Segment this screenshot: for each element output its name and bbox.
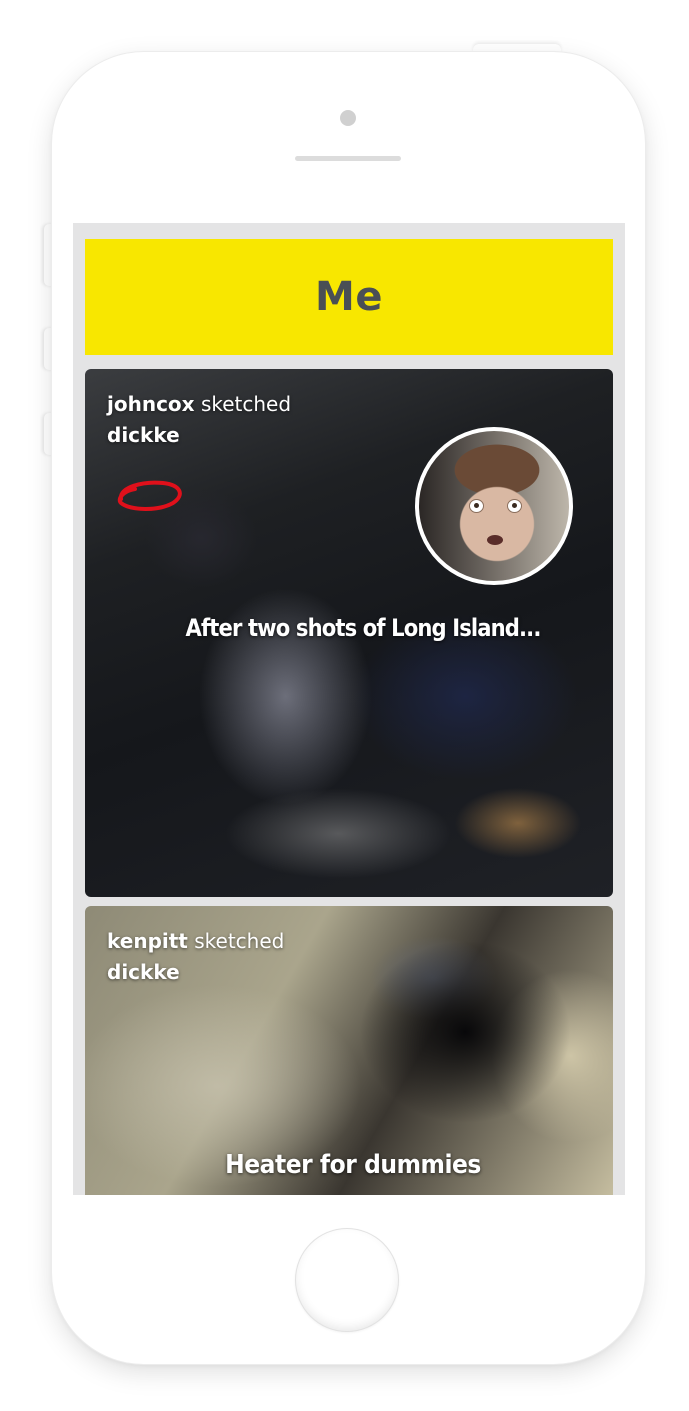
- avatar-eye: [507, 499, 522, 513]
- front-camera: [340, 110, 356, 126]
- avatar-eye: [469, 499, 484, 513]
- sketch-subject[interactable]: dickke: [107, 957, 284, 988]
- card-caption: Heater for dummies: [225, 1150, 481, 1180]
- author-action: sketched: [194, 929, 285, 953]
- red-sketch-stroke: [117, 480, 182, 511]
- app-screen: Me johncox sketched dickke After two sho…: [73, 223, 625, 1195]
- author-action: sketched: [200, 392, 292, 416]
- app-header: Me: [85, 239, 613, 355]
- card-caption: After two shots of Long Island...: [185, 614, 542, 642]
- earpiece-speaker: [295, 156, 401, 161]
- feed-card[interactable]: johncox sketched dickke After two shots …: [85, 369, 613, 897]
- author-username[interactable]: kenpitt: [107, 929, 188, 953]
- home-button[interactable]: [295, 1228, 399, 1332]
- sketch-subject[interactable]: dickke: [107, 420, 291, 451]
- page-title: Me: [315, 274, 383, 320]
- reaction-avatar[interactable]: [415, 427, 573, 585]
- card-author: johncox sketched dickke: [107, 389, 291, 451]
- author-username[interactable]: johncox: [107, 392, 195, 416]
- card-author: kenpitt sketched dickke: [107, 926, 284, 988]
- device-mockup: Me johncox sketched dickke After two sho…: [0, 0, 689, 1411]
- avatar-mouth: [487, 535, 503, 545]
- feed-card[interactable]: kenpitt sketched dickke Heater for dummi…: [85, 906, 613, 1195]
